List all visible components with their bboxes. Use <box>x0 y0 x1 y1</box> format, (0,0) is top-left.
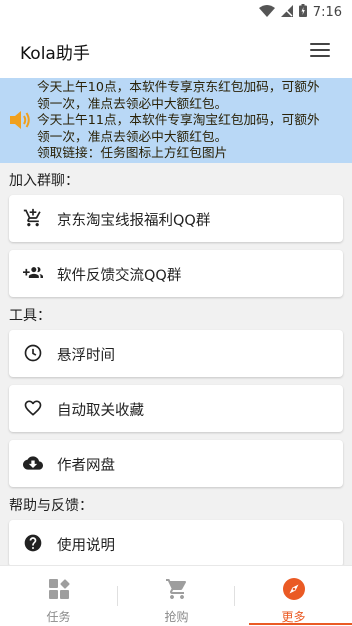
user-guide-label: 使用说明 <box>57 538 115 554</box>
tab-tasks-label: 任务 <box>46 610 71 624</box>
jd-taobao-qq-group-label: 京东淘宝线报福利QQ群 <box>57 213 211 229</box>
menu-icon[interactable] <box>310 43 330 59</box>
notice-line: 领取链接：任务图标上方红包图片 <box>37 145 228 160</box>
floating-time-label: 悬浮时间 <box>57 348 115 364</box>
author-netdisk-item[interactable]: 作者网盘 <box>9 440 343 487</box>
tab-flash-sale-label: 抢购 <box>164 610 189 624</box>
shopping-cart-icon <box>165 577 189 605</box>
tab-more[interactable]: 更多 <box>235 566 352 626</box>
section-title-tools: 工具： <box>9 308 51 324</box>
tab-flash-sale[interactable]: 抢购 <box>118 566 235 626</box>
notice-line: 领一次，准点去领必中大额红包。 <box>37 128 228 144</box>
notice-banner: 今天上午10点，本软件专享京东红包加码，可额外 领一次，准点去领必中大额红包。 … <box>0 78 352 163</box>
heart-icon <box>23 398 43 418</box>
app-bar: Kola助手 <box>0 24 352 78</box>
cart-add-icon <box>23 208 43 228</box>
status-bar: 7:16 <box>0 0 352 24</box>
floating-time-item[interactable]: 悬浮时间 <box>9 330 343 377</box>
notice-line: 领一次，准点去领必中大额红包。 <box>37 95 228 111</box>
battery-icon <box>298 4 307 21</box>
group-add-icon <box>23 263 43 283</box>
help-circle-icon <box>23 533 43 553</box>
clock-icon <box>23 343 43 363</box>
auto-unfavorite-item[interactable]: 自动取关收藏 <box>9 385 343 432</box>
signal-icon <box>280 4 293 21</box>
jd-taobao-qq-group-item[interactable]: 京东淘宝线报福利QQ群 <box>9 195 343 242</box>
user-guide-item[interactable]: 使用说明 <box>9 520 343 567</box>
feedback-qq-group-label: 软件反馈交流QQ群 <box>57 268 182 284</box>
app-title: Kola助手 <box>20 44 90 64</box>
bottom-nav: 任务 抢购 更多 <box>0 565 352 626</box>
status-time: 7:16 <box>312 5 342 20</box>
tab-tasks[interactable]: 任务 <box>0 566 117 626</box>
dashboard-icon <box>47 577 71 605</box>
section-title-help: 帮助与反馈： <box>9 498 93 514</box>
notice-line: 今天上午10点，本软件专享京东红包加码，可额外 <box>37 79 320 94</box>
notice-text: 今天上午10点，本软件专享京东红包加码，可额外 领一次，准点去领必中大额红包。 … <box>37 79 346 162</box>
notice-line: 今天上午11点，本软件专享淘宝红包加码，可额外 <box>37 112 320 127</box>
auto-unfavorite-label: 自动取关收藏 <box>57 403 144 419</box>
feedback-qq-group-item[interactable]: 软件反馈交流QQ群 <box>9 250 343 297</box>
wifi-icon <box>258 4 275 21</box>
cloud-download-icon <box>23 453 43 473</box>
section-title-group: 加入群聊： <box>9 173 79 189</box>
author-netdisk-label: 作者网盘 <box>57 458 115 474</box>
compass-icon <box>282 577 306 605</box>
speaker-icon <box>9 110 31 134</box>
